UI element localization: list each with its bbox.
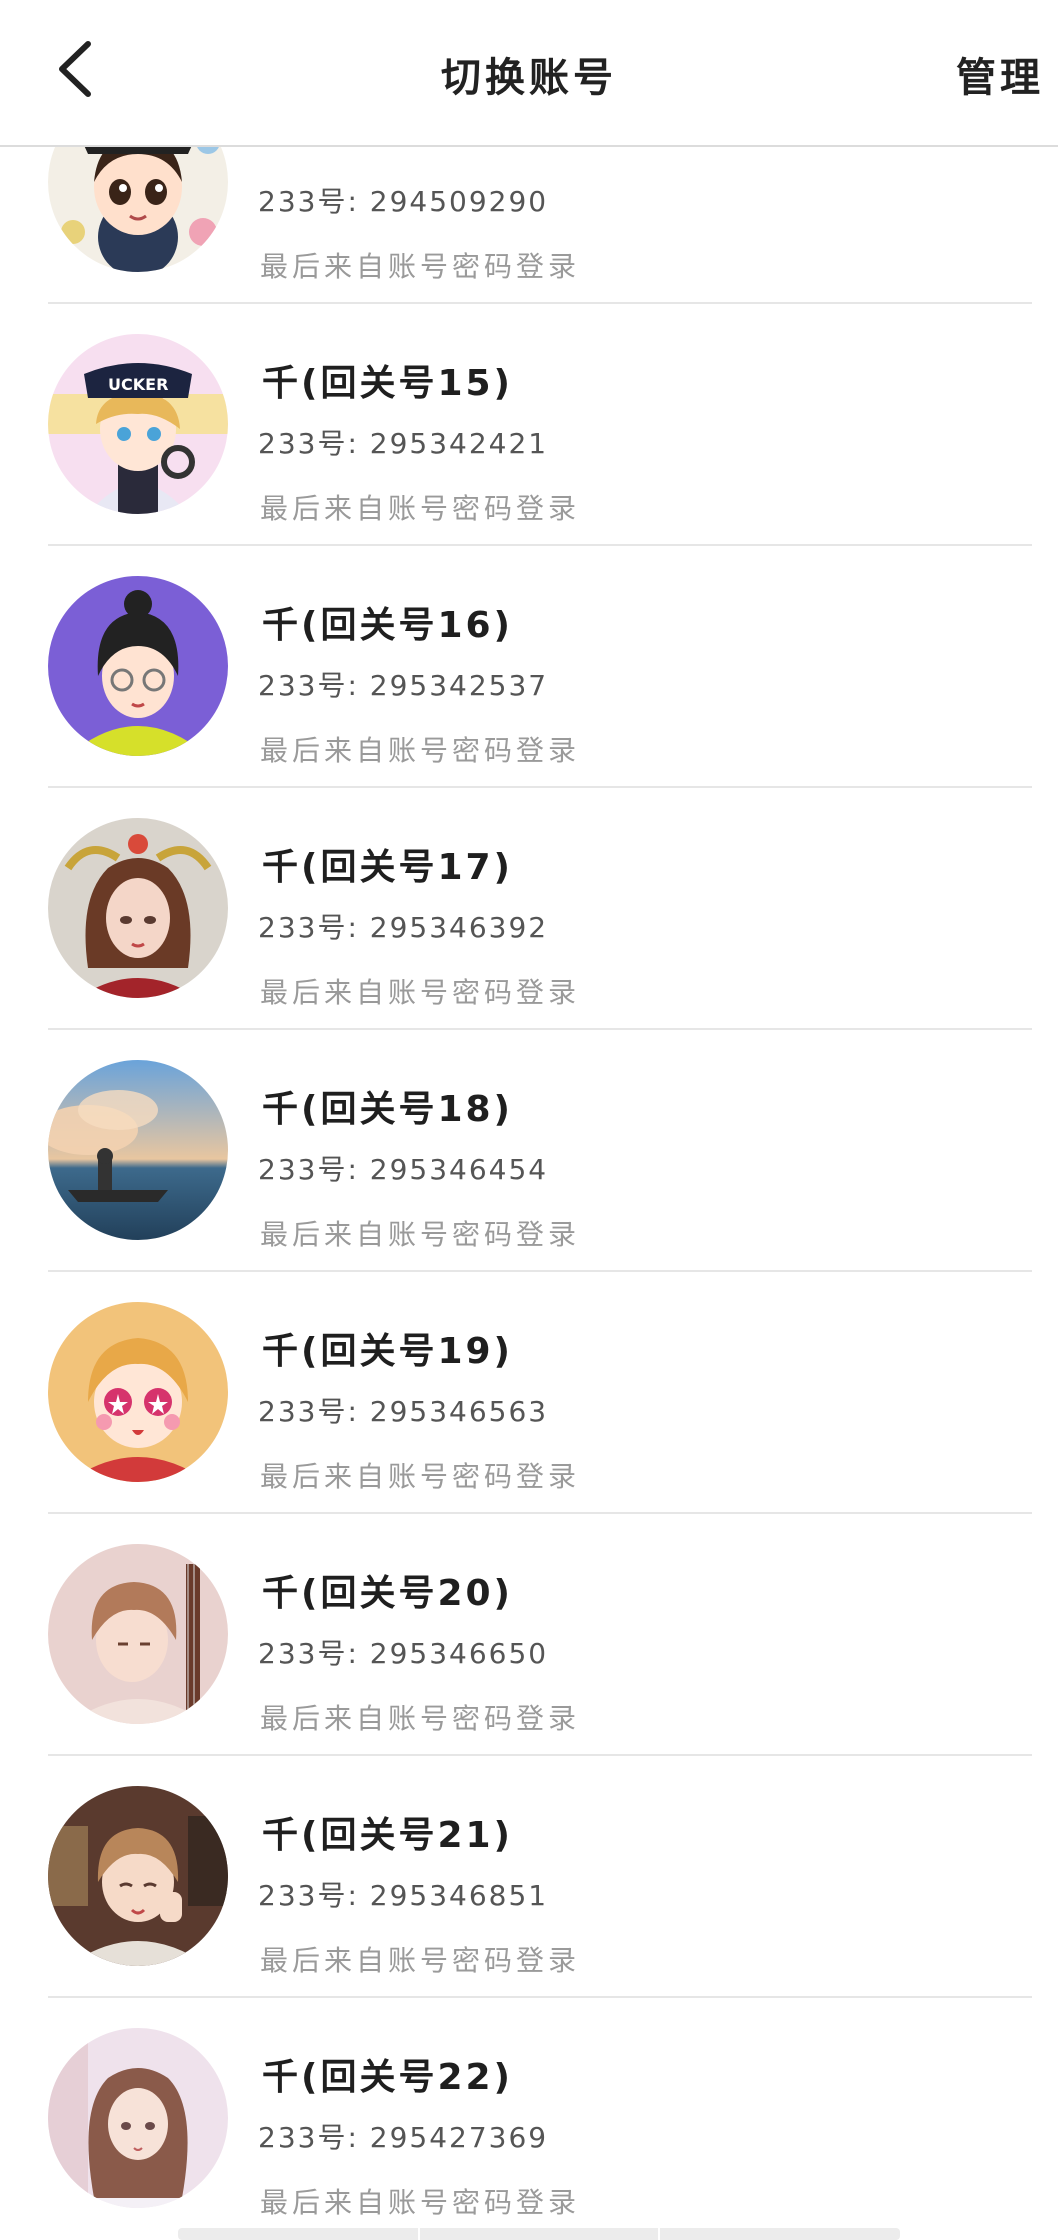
account-uid: 233号: 295346650 [258, 1637, 549, 1670]
avatar [48, 1060, 228, 1240]
account-uid: 233号: 295342537 [258, 669, 549, 702]
login-method: 最后来自账号密码登录 [260, 492, 581, 525]
avatar [48, 1302, 228, 1482]
login-method: 最后来自账号密码登录 [260, 1218, 581, 1251]
avatar [48, 2028, 228, 2208]
indicator-separator [418, 2228, 420, 2240]
login-method: 最后来自账号密码登录 [260, 1460, 581, 1493]
login-method: 最后来自账号密码登录 [260, 250, 581, 283]
account-uid: 233号: 295346392 [258, 911, 549, 944]
login-method: 最后来自账号密码登录 [260, 2186, 581, 2219]
avatar [48, 1786, 228, 1966]
login-method: 最后来自账号密码登录 [260, 1702, 581, 1735]
svg-text:UCKER: UCKER [108, 375, 168, 394]
account-row[interactable]: 千(回关号21) 233号: 295346851 最后来自账号密码登录 [0, 1756, 1058, 1998]
account-row[interactable]: 千(回关号18) 233号: 295346454 最后来自账号密码登录 [0, 1030, 1058, 1272]
avatar [48, 1544, 228, 1724]
login-method: 最后来自账号密码登录 [260, 976, 581, 1009]
account-uid: 233号: 295346563 [258, 1395, 549, 1428]
account-row[interactable]: UCKER 千(回关号15) 233号: 295342421 最后来自账号密码登… [0, 304, 1058, 546]
bottom-scroll-indicator [178, 2228, 900, 2240]
account-row[interactable]: 千(回关号17) 233号: 295346392 最后来自账号密码登录 [0, 788, 1058, 1030]
account-row[interactable]: 千(回关号19) 233号: 295346563 最后来自账号密码登录 [0, 1272, 1058, 1514]
account-uid: 233号: 295346851 [258, 1879, 549, 1912]
account-name: 千(回关号20) [262, 1573, 514, 1614]
account-row[interactable]: 千(回关号16) 233号: 295342537 最后来自账号密码登录 [0, 546, 1058, 788]
account-uid: 233号: 295427369 [258, 2121, 549, 2154]
account-name: 千(回关号16) [262, 605, 514, 646]
account-name: 千(回关号15) [262, 363, 514, 404]
page-title: 切换账号 [441, 55, 617, 101]
account-name: 千(回关号17) [262, 847, 514, 888]
account-name: 千(回关号18) [262, 1089, 514, 1130]
manage-button[interactable]: 管理 [956, 45, 1044, 103]
account-name: 千(回关号21) [262, 1815, 514, 1856]
login-method: 最后来自账号密码登录 [260, 734, 581, 767]
account-name: 千(回关号22) [262, 2057, 514, 2098]
top-nav-bar: 切换账号 管理 [0, 0, 1058, 147]
account-row[interactable]: 千(回关号22) 233号: 295427369 最后来自账号密码登录 [0, 1998, 1058, 2240]
account-uid: 233号: 295342421 [258, 427, 549, 460]
login-method: 最后来自账号密码登录 [260, 1944, 581, 1977]
avatar [48, 576, 228, 756]
account-uid: 233号: 295346454 [258, 1153, 549, 1186]
avatar: UCKER [48, 334, 228, 514]
avatar [48, 818, 228, 998]
account-row[interactable]: 千(回关号20) 233号: 295346650 最后来自账号密码登录 [0, 1514, 1058, 1756]
account-name: 千(回关号19) [262, 1331, 514, 1372]
account-uid: 233号: 294509290 [258, 185, 549, 218]
switch-account-screen: 233号: 294509290 最后来自账号密码登录 UCKER 千(回关号15… [0, 0, 1058, 2240]
indicator-separator [658, 2228, 660, 2240]
